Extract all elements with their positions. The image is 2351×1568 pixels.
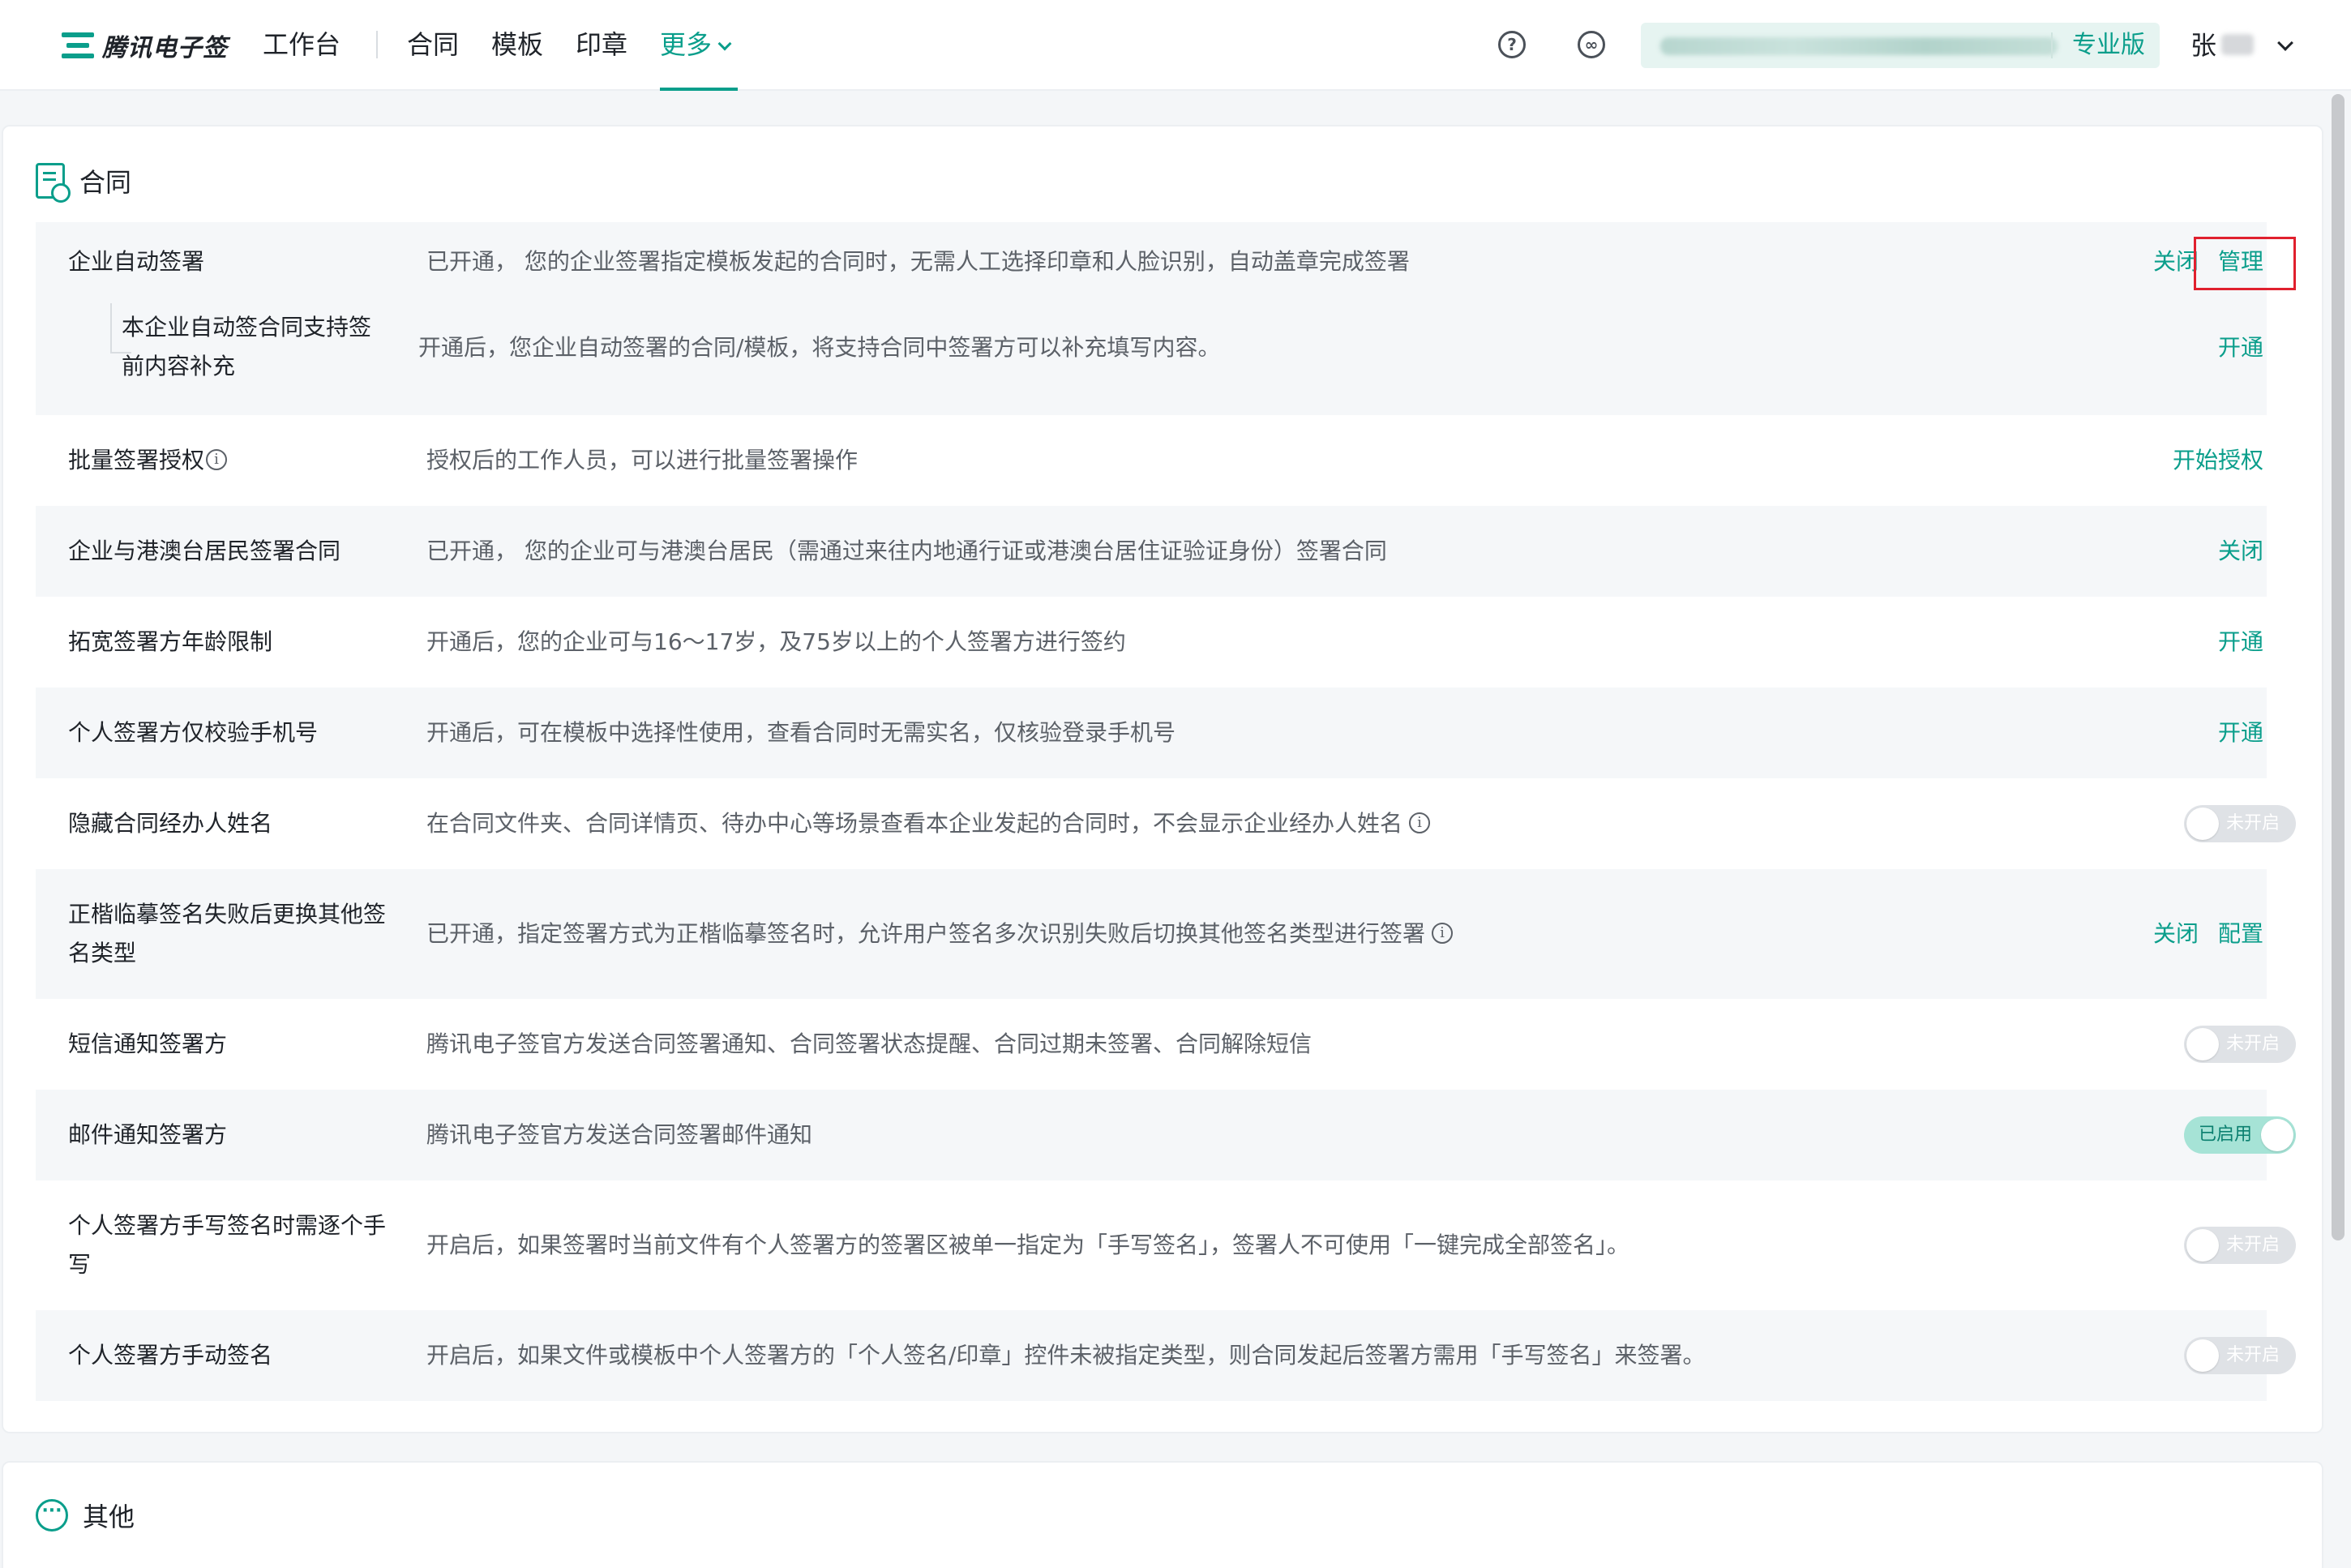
nav-seals[interactable]: 印章 xyxy=(576,24,627,65)
user-name-blurred xyxy=(2221,34,2254,55)
enable-button[interactable]: 开通 xyxy=(2218,329,2263,366)
info-icon[interactable]: i xyxy=(206,449,228,470)
setting-label-text: 批量签署授权 xyxy=(68,447,205,473)
setting-description: 已开通， 您的企业签署指定模板发起的合同时，无需人工选择印章和人脸识别，自动盖章… xyxy=(426,248,1410,275)
setting-row-auto-sign: 企业自动签署 已开通， 您的企业签署指定模板发起的合同时，无需人工选择印章和人脸… xyxy=(36,222,2267,415)
nav-more-label: 更多 xyxy=(660,29,713,60)
start-authorization-button[interactable]: 开始授权 xyxy=(2173,442,2263,479)
close-button[interactable]: 关闭 xyxy=(2153,243,2199,281)
account-name-blurred xyxy=(1660,37,2058,55)
setting-label: 正楷临摹签名失败后更换其他签名类型 xyxy=(68,901,387,966)
contract-doc-icon xyxy=(36,163,71,203)
link-icon[interactable]: ∞ xyxy=(1578,31,1605,58)
configure-button[interactable]: 配置 xyxy=(2218,915,2263,953)
setting-description-text: 在合同文件夹、合同详情页、待办中心等场景查看本企业发起的合同时，不会显示企业经办… xyxy=(426,810,1403,837)
setting-row-signature-fallback: 正楷临摹签名失败后更换其他签名类型 已开通，指定签署方式为正楷临摹签名时，允许用… xyxy=(36,869,2267,999)
close-button[interactable]: 关闭 xyxy=(2153,915,2199,953)
toggle-switch[interactable]: 已启用 xyxy=(2184,1116,2296,1154)
account-divider xyxy=(2051,32,2053,58)
setting-description: 已开通， 您的企业可与港澳台居民（需通过来往内地通行证或港澳台居住证验证身份）签… xyxy=(426,538,1387,564)
chevron-down-icon xyxy=(717,36,732,51)
toggle-knob xyxy=(2186,808,2219,840)
setting-description: 授权后的工作人员，可以进行批量签署操作 xyxy=(426,447,859,473)
user-name[interactable]: 张 xyxy=(2190,26,2216,65)
setting-row-handwrite-each: 个人签署方手写签名时需逐个手写 开启后，如果签署时当前文件有个人签署方的签署区被… xyxy=(36,1180,2296,1310)
toggle-switch[interactable]: 未开启 xyxy=(2184,805,2296,842)
setting-row-age-limit: 拓宽签署方年龄限制 开通后，您的企业可与16～17岁，及75岁以上的个人签署方进… xyxy=(36,597,2267,688)
highlight-annotation-box xyxy=(2194,237,2296,290)
info-icon[interactable]: i xyxy=(1409,812,1431,833)
setting-description: 开通后，您企业自动签署的合同/模板，将支持合同中签署方可以补充填写内容。 xyxy=(418,334,1221,361)
setting-description: 开通后，可在模板中选择性使用，查看合同时无需实名，仅核验登录手机号 xyxy=(426,719,1176,746)
setting-description: 开通后，您的企业可与16～17岁，及75岁以上的个人签署方进行签约 xyxy=(426,628,1126,655)
toggle-switch[interactable]: 未开启 xyxy=(2184,1337,2296,1374)
account-switcher[interactable]: 专业版 xyxy=(1641,23,2160,68)
nav-divider xyxy=(376,31,378,58)
setting-label: 个人签署方手写签名时需逐个手写 xyxy=(68,1212,387,1278)
brand-logo-icon xyxy=(62,31,94,60)
toggle-switch[interactable]: 未开启 xyxy=(2184,1026,2296,1063)
setting-description: 开启后，如果签署时当前文件有个人签署方的签署区被单一指定为「手写签名」，签署人不… xyxy=(426,1232,1630,1258)
nav-templates[interactable]: 模板 xyxy=(491,24,543,65)
setting-label: 企业自动签署 xyxy=(68,248,205,275)
setting-row-hide-handler-name: 隐藏合同经办人姓名 在合同文件夹、合同详情页、待办中心等场景查看本企业发起的合同… xyxy=(36,778,2296,869)
setting-row-phone-verification: 个人签署方仅校验手机号 开通后，可在模板中选择性使用，查看合同时无需实名，仅核验… xyxy=(36,688,2267,778)
section-header: 合同 xyxy=(36,161,132,203)
section-title: 其他 xyxy=(83,1502,135,1532)
toggle-switch[interactable]: 未开启 xyxy=(2184,1227,2296,1264)
setting-description: 开启后，如果文件或模板中个人签署方的「个人签名/印章」控件未被指定类型，则合同发… xyxy=(426,1342,1706,1369)
enable-button[interactable]: 开通 xyxy=(2218,623,2263,661)
section-header: ··· 其他 xyxy=(36,1495,135,1536)
nav-active-indicator xyxy=(660,88,738,91)
other-settings-card: ··· 其他 xyxy=(2,1461,2323,1568)
top-navigation-bar: 腾讯电子签 工作台 合同 模板 印章 更多 ? ∞ 专业版 张 xyxy=(0,0,2351,91)
setting-row-email-notify: 邮件通知签署方 腾讯电子签官方发送合同签署邮件通知 已启用 xyxy=(36,1090,2296,1180)
info-icon[interactable]: i xyxy=(1432,923,1454,944)
enable-button[interactable]: 开通 xyxy=(2218,714,2263,752)
nav-workbench[interactable]: 工作台 xyxy=(263,24,340,65)
edition-badge: 专业版 xyxy=(2072,31,2145,59)
setting-label: 本企业自动签合同支持签前内容补充 xyxy=(122,314,372,379)
help-icon[interactable]: ? xyxy=(1498,31,1526,58)
user-menu-chevron-icon[interactable] xyxy=(2277,35,2293,51)
setting-description: 腾讯电子签官方发送合同签署邮件通知 xyxy=(426,1121,813,1148)
setting-description: 已开通，指定签署方式为正楷临摹签名时，允许用户签名多次识别失败后切换其他签名类型… xyxy=(426,915,1454,953)
toggle-state-label: 未开启 xyxy=(2226,1235,2280,1255)
setting-row-hmt-residents: 企业与港澳台居民签署合同 已开通， 您的企业可与港澳台居民（需通过来往内地通行证… xyxy=(36,506,2267,597)
setting-label: 短信通知签署方 xyxy=(68,1030,228,1057)
toggle-state-label: 未开启 xyxy=(2226,1345,2280,1365)
close-button[interactable]: 关闭 xyxy=(2218,533,2263,570)
toggle-knob xyxy=(2186,1028,2219,1060)
section-title: 合同 xyxy=(79,167,132,198)
setting-label: 企业与港澳台居民签署合同 xyxy=(68,538,341,564)
brand-name: 腾讯电子签 xyxy=(102,34,228,62)
more-dots-icon: ··· xyxy=(36,1499,68,1532)
brand-logo[interactable]: 腾讯电子签 xyxy=(62,28,228,63)
setting-row-manual-signature: 个人签署方手动签名 开启后，如果文件或模板中个人签署方的「个人签名/印章」控件未… xyxy=(36,1310,2296,1401)
toggle-knob xyxy=(2261,1119,2293,1151)
setting-row-sms-notify: 短信通知签署方 腾讯电子签官方发送合同签署通知、合同签署状态提醒、合同过期未签署… xyxy=(36,999,2296,1090)
setting-description: 腾讯电子签官方发送合同签署通知、合同签署状态提醒、合同过期未签署、合同解除短信 xyxy=(426,1030,1313,1057)
toggle-knob xyxy=(2186,1229,2219,1262)
setting-label: 隐藏合同经办人姓名 xyxy=(68,810,273,837)
nav-contracts[interactable]: 合同 xyxy=(407,24,459,65)
setting-label: 邮件通知签署方 xyxy=(68,1121,228,1148)
setting-description-text: 已开通，指定签署方式为正楷临摹签名时，允许用户签名多次识别失败后切换其他签名类型… xyxy=(426,920,1426,947)
toggle-knob xyxy=(2186,1339,2219,1372)
toggle-state-label: 未开启 xyxy=(2226,813,2280,833)
toggle-state-label: 未开启 xyxy=(2226,1034,2280,1054)
contract-settings-card: 合同 企业自动签署 已开通， 您的企业签署指定模板发起的合同时，无需人工选择印章… xyxy=(2,125,2323,1433)
nav-more[interactable]: 更多 xyxy=(660,24,732,65)
setting-row-batch-authorization: 批量签署授权 i 授权后的工作人员，可以进行批量签署操作 开始授权 xyxy=(36,415,2267,506)
setting-label: 个人签署方手动签名 xyxy=(68,1342,273,1369)
setting-label: 批量签署授权 i xyxy=(68,442,228,479)
setting-label: 个人签署方仅校验手机号 xyxy=(68,719,319,746)
setting-description: 在合同文件夹、合同详情页、待办中心等场景查看本企业发起的合同时，不会显示企业经办… xyxy=(426,805,1431,842)
setting-label: 拓宽签署方年龄限制 xyxy=(68,628,273,655)
toggle-state-label: 已启用 xyxy=(2199,1125,2253,1145)
vertical-scrollbar[interactable] xyxy=(2332,94,2345,1240)
